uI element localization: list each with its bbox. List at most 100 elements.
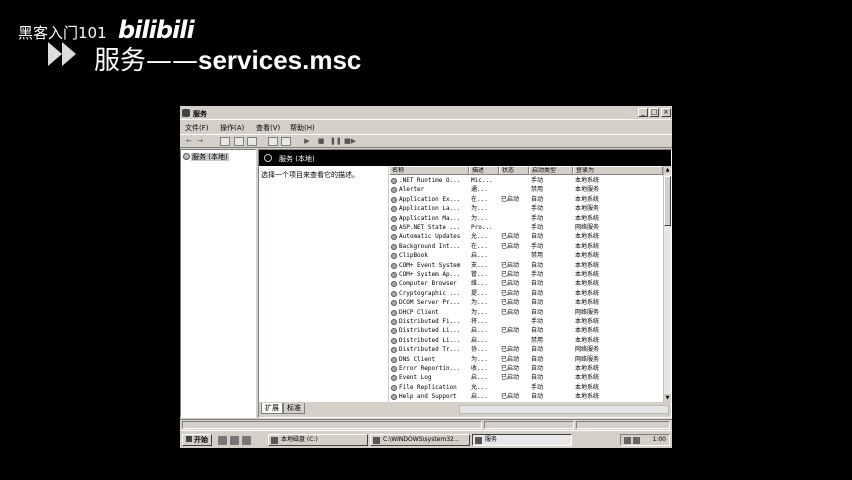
table-row[interactable]: Application Ex... 在... 已启动 自动 本地系统	[389, 195, 663, 204]
back-icon[interactable]: ←	[184, 137, 194, 146]
table-row[interactable]: DHCP Client 为... 已启动 自动 网络服务	[389, 308, 663, 317]
column-header-name[interactable]: 名称	[389, 166, 469, 175]
table-row[interactable]: Distributed Li... 启... 已启动 自动 本地系统	[389, 326, 663, 335]
view-tab-bar: 扩展 标准	[259, 402, 671, 417]
network-icon[interactable]	[624, 437, 631, 444]
task-command-prompt[interactable]: C:\WINDOWS\system32...	[370, 434, 470, 446]
minimize-button[interactable]: _	[638, 108, 648, 117]
horizontal-scrollbar[interactable]	[459, 405, 669, 414]
cell-logon: 本地系统	[575, 289, 600, 297]
status-segment	[182, 421, 482, 429]
volume-icon[interactable]	[633, 437, 640, 444]
maximize-button[interactable]: □	[649, 108, 659, 117]
cell-logon: 本地系统	[575, 233, 600, 241]
pause-service-icon[interactable]: ❚❚	[330, 137, 342, 146]
vertical-scrollbar[interactable]: ▲ ▼	[663, 166, 671, 402]
cell-startup: 自动	[531, 299, 544, 307]
scroll-up-icon[interactable]: ▲	[664, 166, 671, 174]
service-gear-icon	[391, 253, 397, 260]
drive-icon	[271, 437, 278, 444]
scroll-down-icon[interactable]: ▼	[664, 394, 671, 402]
cell-desc: 启...	[471, 393, 488, 401]
help-icon[interactable]	[281, 137, 291, 146]
status-segment	[484, 421, 574, 429]
quicklaunch-browser-icon[interactable]	[230, 436, 239, 445]
tree-toggle-icon[interactable]	[220, 137, 230, 146]
column-header-startup-type[interactable]: 启动类型	[529, 166, 573, 175]
cell-logon: 网络服务	[575, 308, 600, 316]
cell-status: 已启动	[501, 280, 520, 288]
task-local-disk[interactable]: 本地磁盘 (C:)	[268, 434, 368, 446]
table-row[interactable]: ClipBook 启... 禁用 本地系统	[389, 251, 663, 260]
quicklaunch-explorer-icon[interactable]	[242, 436, 251, 445]
table-row[interactable]: Event Log 启... 已启动 自动 本地系统	[389, 373, 663, 382]
menu-help[interactable]: 帮助(H)	[290, 123, 315, 133]
cell-logon: 本地系统	[575, 336, 600, 344]
window-titlebar[interactable]: 服务 _ □ ×	[180, 106, 672, 120]
table-row[interactable]: Distributed Tr... 协... 已启动 自动 网络服务	[389, 345, 663, 354]
description-panel: 选择一个项目来查看它的描述。	[259, 166, 389, 402]
table-row[interactable]: Help and Support 启... 已启动 自动 本地系统	[389, 392, 663, 401]
service-gear-icon	[391, 375, 397, 382]
table-row[interactable]: Alerter 通... 禁用 本地服务	[389, 185, 663, 194]
table-row[interactable]: Application Ma... 为... 手动 本地系统	[389, 214, 663, 223]
tab-extended[interactable]: 扩展	[261, 403, 283, 414]
table-row[interactable]: DCOM Server Pr... 为... 已启动 自动 本地系统	[389, 298, 663, 307]
table-row[interactable]: Error Reportin... 收... 已启动 自动 本地系统	[389, 364, 663, 373]
cell-desc: 维...	[471, 280, 488, 288]
column-header-logon-as[interactable]: 登录为	[573, 166, 663, 175]
quicklaunch-desktop-icon[interactable]	[218, 436, 227, 445]
cell-logon: 本地系统	[575, 214, 600, 222]
cell-startup: 自动	[531, 365, 544, 372]
export-list-icon[interactable]	[268, 137, 278, 146]
table-row[interactable]: DNS Client 为... 已启动 自动 网络服务	[389, 355, 663, 364]
table-row[interactable]: File Replication 允... 手动 本地系统	[389, 383, 663, 392]
cell-desc: 允...	[471, 233, 488, 241]
table-row[interactable]: Automatic Updates 允... 已启动 自动 本地系统	[389, 232, 663, 241]
table-row[interactable]: Computer Browser 维... 已启动 自动 本地系统	[389, 279, 663, 288]
table-row[interactable]: COM+ Event System 支... 已启动 自动 本地系统	[389, 261, 663, 270]
start-service-icon[interactable]: ▶	[302, 137, 312, 146]
start-button[interactable]: 开始	[182, 434, 212, 446]
table-row[interactable]: Distributed Li... 启... 禁用 本地系统	[389, 336, 663, 345]
cell-name: DHCP Client	[399, 308, 439, 316]
refresh-icon[interactable]	[247, 137, 257, 146]
cell-startup: 禁用	[531, 252, 544, 260]
service-gear-icon	[391, 272, 397, 278]
cell-status: 已启动	[501, 261, 520, 269]
task-services[interactable]: 服务	[472, 434, 572, 446]
table-row[interactable]: ASP.NET State ... Pro... 手动 网络服务	[389, 223, 663, 232]
cell-logon: 本地系统	[575, 299, 600, 307]
cell-name: Cryptographic ...	[399, 289, 461, 297]
cell-startup: 手动	[531, 224, 544, 231]
menu-action[interactable]: 操作(A)	[220, 123, 244, 133]
properties-icon[interactable]	[234, 137, 244, 146]
table-row[interactable]: Distributed Fi... 将... 手动 本地系统	[389, 317, 663, 326]
column-header-status[interactable]: 状态	[499, 166, 529, 175]
table-row[interactable]: Application La... 为... 手动 本地服务	[389, 204, 663, 213]
table-row[interactable]: Background Int... 在... 已启动 手动 本地系统	[389, 242, 663, 251]
table-row[interactable]: .NET Runtime O... Mic... 手动 本地系统	[389, 176, 663, 185]
menu-file[interactable]: 文件(F)	[185, 123, 209, 133]
table-row[interactable]: Cryptographic ... 提... 已启动 自动 本地系统	[389, 289, 663, 298]
cell-logon: 网络服务	[575, 346, 600, 354]
forward-icon[interactable]: →	[195, 137, 205, 146]
scroll-thumb[interactable]	[664, 176, 671, 226]
cell-startup: 自动	[531, 327, 544, 335]
menu-view[interactable]: 查看(V)	[256, 123, 280, 133]
taskbar: 开始 本地磁盘 (C:) C:\WINDOWS\system32... 服务 1…	[180, 430, 672, 448]
list-header: 名称 描述 状态 启动类型 登录为	[389, 166, 663, 175]
cell-desc: 为...	[471, 299, 488, 307]
close-button[interactable]: ×	[661, 108, 671, 117]
column-header-description[interactable]: 描述	[469, 166, 499, 175]
tree-item-services-local[interactable]: 服务 (本地)	[183, 152, 229, 162]
cell-desc: 允...	[471, 383, 488, 391]
cell-desc: 收...	[471, 365, 488, 372]
stop-service-icon[interactable]: ■	[316, 137, 326, 146]
table-row[interactable]: COM+ System Ap... 管... 已启动 手动 本地系统	[389, 270, 663, 279]
restart-service-icon[interactable]: ■▶	[344, 137, 356, 146]
tab-standard[interactable]: 标准	[283, 403, 305, 414]
cell-name: DNS Client	[399, 355, 436, 363]
services-list: 名称 描述 状态 启动类型 登录为 .NET Runtime O... Mic..…	[389, 166, 663, 402]
cell-startup: 自动	[531, 346, 544, 354]
